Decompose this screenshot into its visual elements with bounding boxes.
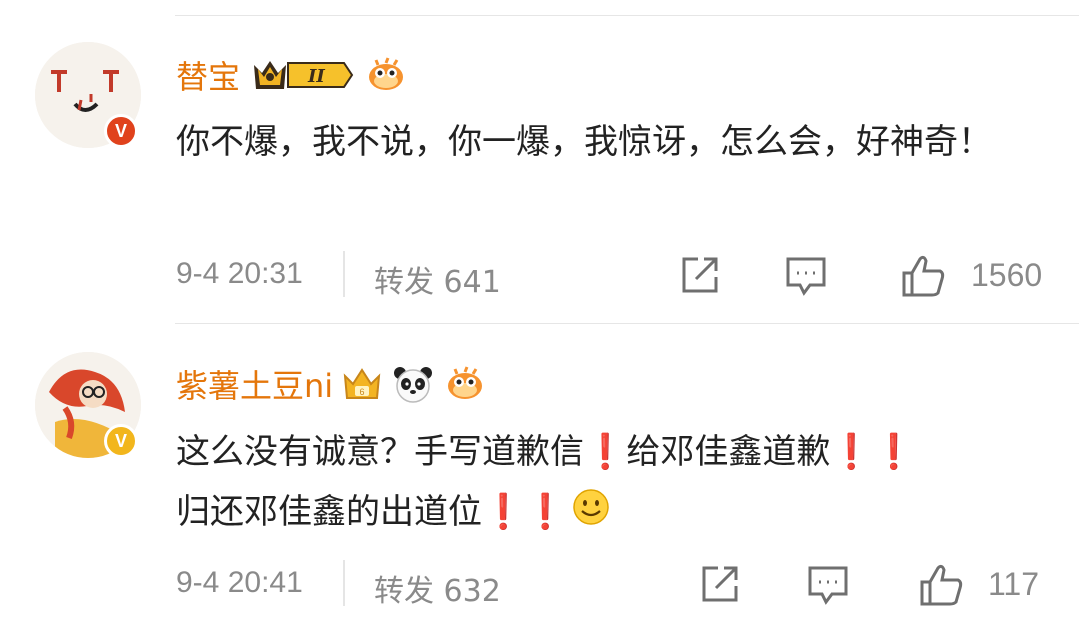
text-segment: 这么没有诚意？手写道歉信: [176, 432, 584, 472]
repost-count[interactable]: 转发 632: [374, 566, 501, 610]
name-row: 紫薯土豆ni 6: [176, 361, 487, 407]
username[interactable]: 紫薯土豆ni: [176, 361, 333, 407]
exclamation-icon: ❗: [872, 432, 916, 472]
comment-meta: 9-4 20:41 转发 632 117: [176, 560, 1056, 609]
verified-badge: V: [104, 114, 138, 148]
comment-text: 这么没有诚意？手写道歉信❗给邓佳鑫道歉❗❗ 归还邓佳鑫的出道位❗❗: [176, 422, 1036, 542]
like-icon[interactable]: [918, 562, 964, 608]
timestamp: 9-4 20:31: [176, 257, 303, 290]
like-count: 1560: [971, 257, 1043, 293]
comment-icon[interactable]: [806, 562, 850, 606]
username[interactable]: 替宝: [176, 52, 240, 98]
exclamation-icon: ❗: [482, 492, 525, 532]
share-icon[interactable]: [698, 562, 742, 606]
exclamation-icon: ❗: [584, 432, 627, 472]
meta-separator: [343, 251, 345, 297]
like-icon[interactable]: [900, 253, 946, 299]
comment-text: 你不爆，我不说，你一爆，我惊讶，怎么会，好神奇！: [176, 122, 992, 162]
comment-icon[interactable]: [784, 253, 828, 297]
vip-crown-icon: II: [254, 61, 354, 89]
top-divider: [175, 15, 1079, 16]
vip-level: II: [307, 66, 325, 87]
svg-text:6: 6: [360, 387, 365, 397]
comment-line-2: 归还邓佳鑫的出道位❗❗: [176, 482, 1036, 542]
like-count: 117: [988, 566, 1040, 602]
text-segment: 给邓佳鑫道歉: [626, 432, 831, 472]
comment-meta: 9-4 20:31 转发 641 1560: [176, 251, 1056, 300]
text-segment: 归还邓佳鑫的出道位: [176, 492, 482, 532]
comment-line-1: 这么没有诚意？手写道歉信❗给邓佳鑫道歉❗❗: [176, 422, 1036, 482]
pufferfish-icon: [448, 366, 483, 399]
meta-separator: [343, 560, 345, 606]
repost-count[interactable]: 转发 641: [374, 257, 501, 301]
panda-icon: [394, 367, 433, 403]
gold-crown-icon: 6: [343, 368, 381, 399]
name-row: 替宝 II: [176, 52, 408, 98]
exclamation-icon: ❗: [524, 492, 567, 532]
verified-badge: V: [104, 424, 138, 458]
exclamation-icon: ❗: [830, 432, 873, 472]
pufferfish-icon: [369, 57, 404, 90]
comment-divider: [175, 323, 1079, 324]
timestamp: 9-4 20:41: [176, 566, 303, 599]
smile-emoji-icon: [572, 489, 609, 525]
share-icon[interactable]: [678, 253, 722, 297]
